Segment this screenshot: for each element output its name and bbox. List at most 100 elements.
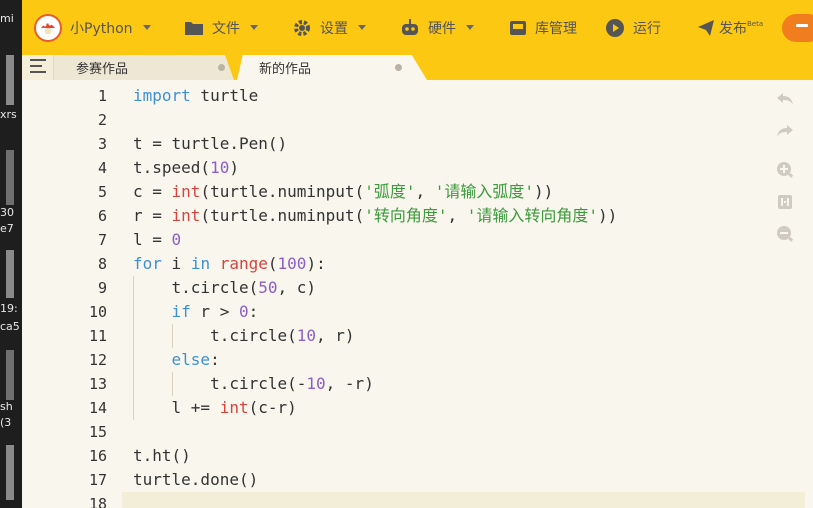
code-line-text: t = turtle.Pen() (133, 134, 288, 153)
gear-icon (292, 18, 312, 38)
code-line[interactable]: turtle.done() (122, 468, 812, 492)
line-number: 3 (97, 135, 107, 153)
chevron-down-icon (250, 25, 258, 30)
active-line-highlight (122, 492, 805, 508)
code-line-text: l = 0 (133, 230, 182, 249)
desktop-text: e7 (0, 222, 14, 235)
tab-label: 参赛作品 (76, 62, 129, 77)
code-line[interactable]: t.circle(50, c) (122, 276, 812, 300)
hardware-label: 硬件 (428, 20, 456, 37)
code-line[interactable]: t = turtle.Pen() (122, 132, 812, 156)
code-line[interactable]: t.ht() (122, 444, 812, 468)
undo-button[interactable] (774, 88, 796, 110)
play-circle-icon (605, 18, 625, 38)
app-window: 小Python 文件 设置 硬件 库管理 运行 发布 Beta 参赛作品 新的作… (22, 0, 813, 508)
library-menu[interactable]: 库管理 (509, 0, 577, 55)
code-line[interactable]: t.circle(-10, -r) (122, 372, 812, 396)
desktop-text: ca5 (0, 320, 20, 333)
code-line-text: else: (171, 350, 220, 369)
top-menu-bar: 小Python 文件 设置 硬件 库管理 运行 发布 Beta (22, 0, 813, 55)
line-number: 14 (88, 399, 107, 417)
desktop-icon (6, 250, 14, 298)
line-number: 13 (88, 375, 107, 393)
code-line-text: turtle.done() (133, 470, 259, 489)
code-line[interactable]: r = int(turtle.numinput('转向角度', '请输入转向角度… (122, 204, 812, 228)
code-line-text: t.circle(10, r) (133, 326, 355, 345)
menu-icon (796, 24, 808, 27)
line-number: 9 (97, 279, 107, 297)
code-line-text: if r > 0: (171, 302, 259, 321)
desktop-icon (6, 55, 14, 105)
indent-guide (133, 276, 134, 420)
close-dot-icon[interactable] (395, 64, 402, 71)
chevron-down-icon (466, 25, 474, 30)
desktop-icon (6, 445, 14, 500)
line-number: 12 (88, 351, 107, 369)
code-line[interactable]: for i in range(100): (122, 252, 812, 276)
file-label: 文件 (212, 20, 240, 37)
folder-icon (184, 20, 204, 36)
zoom-out-button[interactable] (774, 223, 796, 245)
indent-guide (172, 324, 173, 348)
code-line-text: import turtle (133, 86, 259, 105)
hamburger-icon (30, 59, 46, 77)
run-menu[interactable]: 运行 (605, 0, 661, 55)
line-number: 8 (97, 255, 107, 273)
undo-icon (777, 93, 793, 105)
desktop-text: mi (0, 12, 14, 25)
code-editor[interactable]: import turtle t = turtle.Pen() t.speed(10)… (122, 80, 812, 508)
publish-menu[interactable]: 发布 Beta (697, 0, 763, 55)
code-line-text: t.ht() (133, 446, 191, 465)
tab-label: 新的作品 (259, 62, 312, 77)
file-menu[interactable]: 文件 (184, 0, 258, 55)
line-number: 16 (88, 447, 107, 465)
redo-button[interactable] (774, 120, 796, 142)
line-number: 5 (97, 183, 107, 201)
line-number: 18 (88, 495, 107, 508)
zoom-in-icon (777, 162, 794, 178)
close-dot-icon[interactable] (218, 64, 225, 71)
desktop-text: 30 (0, 206, 14, 219)
desktop-icon (6, 350, 14, 400)
run-label: 运行 (633, 20, 661, 37)
zoom-out-icon (777, 226, 794, 242)
line-number: 15 (88, 423, 107, 441)
desktop-text: (3 (0, 416, 12, 429)
line-number: 1 (97, 87, 107, 105)
code-line[interactable]: t.speed(10) (122, 156, 812, 180)
code-line[interactable]: if r > 0: (122, 300, 812, 324)
line-number: 6 (97, 207, 107, 225)
code-line[interactable]: l += int(c-r) (122, 396, 812, 420)
line-number: 4 (97, 159, 107, 177)
tab-new-work[interactable]: 新的作品 (237, 55, 427, 80)
code-line[interactable]: c = int(turtle.numinput('弧度', '请输入弧度')) (122, 180, 812, 204)
zoom-in-button[interactable] (774, 159, 796, 181)
code-line[interactable]: import turtle (122, 84, 812, 108)
library-label: 库管理 (535, 20, 577, 37)
mushroom-logo-icon (34, 13, 62, 42)
reset-zoom-button[interactable] (774, 191, 796, 213)
desktop-text: 19: (0, 302, 18, 315)
sidebar-toggle-button[interactable] (22, 55, 54, 80)
desktop-text: xrs (0, 108, 17, 121)
code-line[interactable]: l = 0 (122, 228, 812, 252)
settings-menu[interactable]: 设置 (292, 0, 366, 55)
hardware-menu[interactable]: 硬件 (400, 0, 474, 55)
publish-label: 发布 (719, 20, 747, 37)
tab-contest-works[interactable]: 参赛作品 (54, 55, 234, 80)
reset-zoom-icon (778, 195, 792, 209)
brand-menu[interactable]: 小Python (34, 0, 151, 55)
code-line[interactable] (122, 420, 812, 444)
code-line-text: for i in range(100): (133, 254, 326, 273)
beta-badge: Beta (747, 19, 764, 28)
code-line[interactable]: t.circle(10, r) (122, 324, 812, 348)
desktop-text: sh (0, 400, 13, 413)
code-line[interactable]: else: (122, 348, 812, 372)
code-line-text: t.circle(-10, -r) (133, 374, 374, 393)
paper-plane-icon (697, 19, 715, 37)
code-line[interactable] (122, 108, 812, 132)
chevron-down-icon (142, 25, 151, 30)
redo-icon (777, 125, 793, 137)
code-line-text: r = int(turtle.numinput('转向角度', '请输入转向角度… (133, 206, 618, 225)
user-menu-button[interactable] (782, 14, 813, 42)
